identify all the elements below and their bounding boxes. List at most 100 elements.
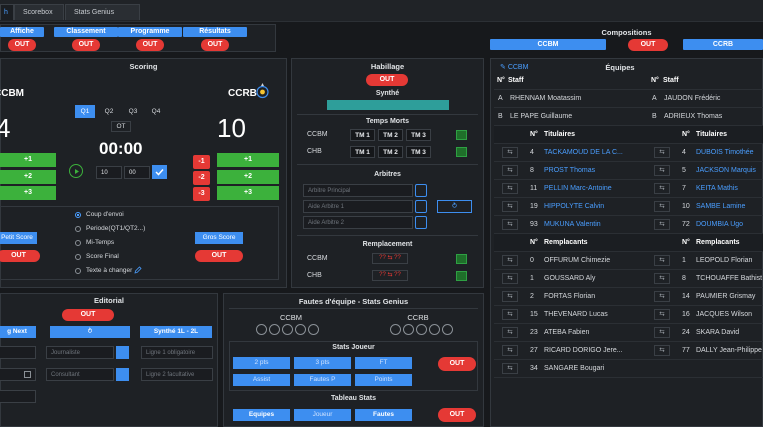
team1-foul-4[interactable]: [295, 324, 306, 335]
programme-out-button[interactable]: OUT: [136, 39, 164, 51]
player-name[interactable]: TACKAMOUD DE LA C...: [544, 144, 623, 162]
stat-2pts-button[interactable]: 2 pts: [233, 357, 290, 369]
team2-foul-4[interactable]: [429, 324, 440, 335]
tm3-team2-button[interactable]: TM 3: [406, 146, 431, 158]
clock-seconds-input[interactable]: 00: [124, 166, 150, 179]
synthe-1l-2l-button[interactable]: Synthé 1L - 2L: [140, 326, 212, 338]
quarter-q1-button[interactable]: Q1: [75, 105, 95, 118]
player-name[interactable]: DUBOIS Timothée: [696, 144, 754, 162]
team2-plus2-button[interactable]: +2: [217, 170, 279, 184]
player-name[interactable]: SANGARE Bougari: [544, 360, 604, 378]
editorial-out-button[interactable]: OUT: [62, 309, 114, 321]
editorial-left-field-1[interactable]: [0, 346, 36, 359]
swap-player-icon[interactable]: ⇆: [502, 273, 518, 284]
player-name[interactable]: SAMBE Lamine: [696, 198, 745, 216]
player-name[interactable]: PELLIN Marc-Antoine: [544, 180, 612, 198]
remp-team1-swap[interactable]: ?? ⇆ ??: [372, 253, 408, 264]
player-name[interactable]: DOUMBIA Ugo: [696, 216, 743, 234]
gros-score-out-button[interactable]: OUT: [195, 250, 243, 262]
swap-player-icon[interactable]: ⇆: [502, 345, 518, 356]
stat-ft-button[interactable]: FT: [355, 357, 412, 369]
swap-player-icon[interactable]: ⇆: [654, 327, 670, 338]
team1-foul-3[interactable]: [282, 324, 293, 335]
radio-texte[interactable]: [75, 268, 81, 274]
swap-player-icon[interactable]: ⇆: [502, 165, 518, 176]
swap-player-icon[interactable]: ⇆: [502, 201, 518, 212]
stat-fautes-p-button[interactable]: Fautes P: [294, 374, 351, 386]
tm2-team1-button[interactable]: TM 2: [378, 129, 403, 141]
team2-foul-3[interactable]: [416, 324, 427, 335]
swap-player-icon[interactable]: ⇆: [654, 345, 670, 356]
tm1-team1-button[interactable]: TM 1: [350, 129, 375, 141]
consultant-input[interactable]: Consultant: [46, 368, 114, 381]
player-name[interactable]: SKARA David: [696, 324, 739, 342]
team2-minus2-button[interactable]: -2: [193, 171, 210, 185]
team1-foul-5[interactable]: [308, 324, 319, 335]
team1-plus3-button[interactable]: +3: [0, 186, 56, 200]
radio-coup-envoi[interactable]: [75, 212, 81, 218]
affiche-button[interactable]: Affiche: [0, 27, 44, 37]
player-name[interactable]: ATEBA Fabien: [544, 324, 589, 342]
arbitre-principal-toggle-icon[interactable]: [415, 184, 427, 197]
compositions-ccbm-button[interactable]: CCBM: [490, 39, 606, 50]
compositions-out-button[interactable]: OUT: [628, 39, 668, 51]
clock-set-check-icon[interactable]: [152, 165, 167, 179]
swap-player-icon[interactable]: ⇆: [654, 255, 670, 266]
player-name[interactable]: OFFURUM Chimezie: [544, 252, 610, 270]
team2-plus1-button[interactable]: +1: [217, 153, 279, 167]
remp-team2-swap[interactable]: ?? ⇆ ??: [372, 270, 408, 281]
swap-player-icon[interactable]: ⇆: [654, 291, 670, 302]
resultats-button[interactable]: Résultats: [183, 27, 247, 37]
swap-player-icon[interactable]: ⇆: [654, 183, 670, 194]
team2-foul-1[interactable]: [390, 324, 401, 335]
affiche-out-button[interactable]: OUT: [8, 39, 36, 51]
classement-button[interactable]: Classement: [54, 27, 118, 37]
swap-player-icon[interactable]: ⇆: [502, 327, 518, 338]
quarter-q4-button[interactable]: Q4: [146, 105, 166, 118]
tm2-team2-button[interactable]: TM 2: [378, 146, 403, 158]
swap-player-icon[interactable]: ⇆: [502, 219, 518, 230]
player-name[interactable]: DALLY Jean-Philippe: [696, 342, 762, 360]
team1-foul-2[interactable]: [269, 324, 280, 335]
player-name[interactable]: PROST Thomas: [544, 162, 595, 180]
tableau-fautes-button[interactable]: Fautes: [355, 409, 412, 421]
edit-text-icon[interactable]: [134, 266, 142, 274]
remp-team1-confirm-icon[interactable]: [456, 254, 467, 264]
resultats-out-button[interactable]: OUT: [201, 39, 229, 51]
tableau-stats-out-button[interactable]: OUT: [438, 408, 476, 422]
team1-plus1-button[interactable]: +1: [0, 153, 56, 167]
player-name[interactable]: TCHOUAFFE Bathist: [696, 270, 762, 288]
stat-points-button[interactable]: Points: [355, 374, 412, 386]
journaliste-toggle-icon[interactable]: [116, 346, 129, 359]
player-name[interactable]: FORTAS Florian: [544, 288, 595, 306]
programme-button[interactable]: Programme: [118, 27, 182, 37]
tm3-team1-button[interactable]: TM 3: [406, 129, 431, 141]
radio-score-final[interactable]: [75, 254, 81, 260]
next-button[interactable]: g Next: [0, 326, 36, 338]
team1-plus2-button[interactable]: +2: [0, 170, 56, 184]
aide-arbitre-2-input[interactable]: Aide Arbitre 2: [303, 216, 413, 229]
tableau-equipes-button[interactable]: Equipes: [233, 409, 290, 421]
player-name[interactable]: JACQUES Wilson: [696, 306, 752, 324]
swap-player-icon[interactable]: ⇆: [654, 219, 670, 230]
aide-arbitre-1-toggle-icon[interactable]: [415, 200, 427, 213]
tm-team1-confirm-icon[interactable]: [456, 130, 467, 140]
editorial-left-field-2[interactable]: [0, 390, 36, 403]
clock-play-icon[interactable]: [69, 164, 83, 178]
player-name[interactable]: THEVENARD Lucas: [544, 306, 608, 324]
ligne1-input[interactable]: Ligne 1 obligatoire: [141, 346, 213, 359]
editorial-link-icon[interactable]: ⥁: [50, 326, 130, 338]
stat-assist-button[interactable]: Assist: [233, 374, 290, 386]
swap-player-icon[interactable]: ⇆: [502, 309, 518, 320]
journaliste-input[interactable]: Journaliste: [46, 346, 114, 359]
arbitres-link-icon[interactable]: ⥁: [437, 200, 472, 213]
radio-mi-temps[interactable]: [75, 240, 81, 246]
aide-arbitre-2-toggle-icon[interactable]: [415, 216, 427, 229]
radio-periode[interactable]: [75, 226, 81, 232]
tm-team2-confirm-icon[interactable]: [456, 147, 467, 157]
swap-player-icon[interactable]: ⇆: [654, 201, 670, 212]
swap-player-icon[interactable]: ⇆: [654, 309, 670, 320]
player-name[interactable]: MUKUNA Valentin: [544, 216, 601, 234]
tableau-joueur-button[interactable]: Joueur: [294, 409, 351, 421]
swap-player-icon[interactable]: ⇆: [654, 273, 670, 284]
